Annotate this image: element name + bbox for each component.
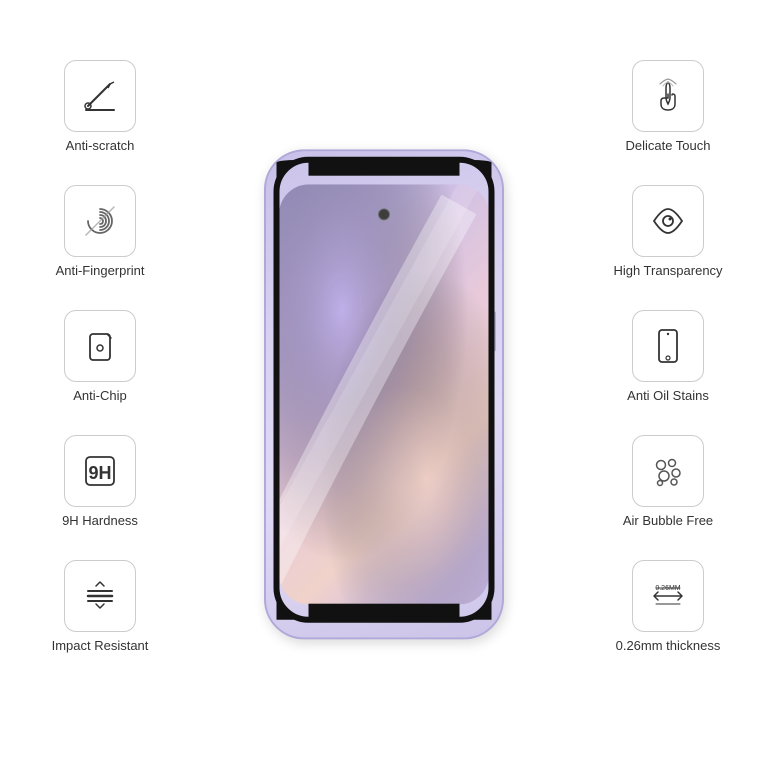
anti-scratch-label: Anti-scratch: [66, 138, 135, 153]
impact-icon: [78, 574, 122, 618]
feature-delicate-touch: Delicate Touch: [588, 60, 748, 153]
phone-corner-icon: [646, 324, 690, 368]
thickness-icon-box: 0.26MM: [632, 560, 704, 632]
features-right-column: Delicate Touch High Transparency: [588, 60, 748, 653]
anti-oil-icon-box: [632, 310, 704, 382]
air-bubble-icon-box: [632, 435, 704, 507]
delicate-touch-label: Delicate Touch: [625, 138, 710, 153]
eye-icon: [646, 199, 690, 243]
touch-icon: [646, 74, 690, 118]
delicate-touch-icon-box: [632, 60, 704, 132]
9h-icon: 9H: [78, 449, 122, 493]
feature-anti-chip: Anti-Chip: [20, 310, 180, 403]
feature-anti-scratch: Anti-scratch: [20, 60, 180, 153]
fingerprint-icon: [78, 199, 122, 243]
anti-fingerprint-label: Anti-Fingerprint: [56, 263, 145, 278]
thickness-icon: 0.26MM: [646, 574, 690, 618]
phone-display: [244, 134, 524, 654]
feature-high-transparency: High Transparency: [588, 185, 748, 278]
high-transparency-label: High Transparency: [613, 263, 722, 278]
feature-air-bubble: Air Bubble Free: [588, 435, 748, 528]
feature-9h-hardness: 9H 9H Hardness: [20, 435, 180, 528]
features-left-column: Anti-scratch Anti-Fingerprint: [20, 60, 180, 653]
glass-overlay: [272, 155, 497, 625]
main-container: Anti-scratch Anti-Fingerprint: [0, 0, 768, 768]
feature-thickness: 0.26MM 0.26mm thickness: [588, 560, 748, 653]
anti-oil-label: Anti Oil Stains: [627, 388, 709, 403]
anti-fingerprint-icon-box: [64, 185, 136, 257]
9h-hardness-label: 9H Hardness: [62, 513, 138, 528]
anti-chip-icon-box: [64, 310, 136, 382]
feature-anti-fingerprint: Anti-Fingerprint: [20, 185, 180, 278]
glass-svg: [272, 155, 497, 625]
9h-hardness-icon-box: 9H: [64, 435, 136, 507]
anti-scratch-icon-box: [64, 60, 136, 132]
bubbles-icon: [646, 449, 690, 493]
impact-resistant-label: Impact Resistant: [52, 638, 149, 653]
feature-impact-resistant: Impact Resistant: [20, 560, 180, 653]
air-bubble-label: Air Bubble Free: [623, 513, 713, 528]
impact-resistant-icon-box: [64, 560, 136, 632]
thickness-label: 0.26mm thickness: [616, 638, 721, 653]
high-transparency-icon-box: [632, 185, 704, 257]
scratch-icon: [78, 74, 122, 118]
svg-text:9H: 9H: [88, 463, 111, 483]
feature-anti-oil: Anti Oil Stains: [588, 310, 748, 403]
anti-chip-label: Anti-Chip: [73, 388, 126, 403]
chip-icon: [78, 324, 122, 368]
